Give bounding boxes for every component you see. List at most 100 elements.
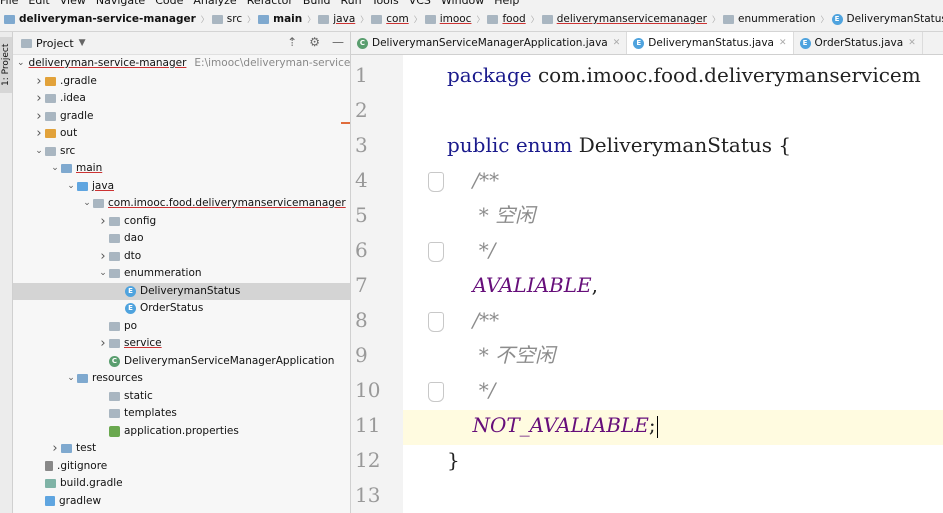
close-icon[interactable]: ✕ <box>908 38 916 48</box>
tree-item[interactable]: templates <box>13 405 350 423</box>
code-token: * 不空闲 <box>478 343 556 367</box>
enum-icon: E <box>125 303 136 315</box>
code-editor[interactable]: package com.imooc.food.deliverymanservic… <box>443 55 943 513</box>
chevron-right-icon[interactable]: › <box>33 108 45 126</box>
project-tool-tab[interactable]: 1: Project <box>0 37 12 93</box>
line-number: 10 <box>355 378 381 402</box>
breadcrumb-item[interactable]: src <box>211 13 242 25</box>
tree-item[interactable]: › gradle <box>13 108 350 126</box>
breadcrumb-item[interactable]: main <box>258 13 302 25</box>
tree-item[interactable]: › dto <box>13 248 350 266</box>
editor-tab-label: DeliverymanServiceManagerApplication.jav… <box>372 37 608 49</box>
editor-tab[interactable]: E DeliverymanStatus.java ✕ <box>627 32 794 54</box>
tree-item[interactable]: ⌄ deliveryman-service-manager E:\imooc\del… <box>13 55 350 73</box>
text-caret <box>656 415 658 438</box>
tree-item[interactable]: › .gradle <box>13 73 350 91</box>
chevron-down-icon[interactable]: ▼ <box>79 38 86 48</box>
tree-item[interactable]: › config <box>13 213 350 231</box>
chevron-down-icon[interactable]: ⌄ <box>33 143 45 161</box>
breadcrumb-item[interactable]: deliveryman-service-manager <box>4 13 196 25</box>
tree-item[interactable]: ⌄ resources <box>13 370 350 388</box>
tree-item[interactable]: dao <box>13 230 350 248</box>
close-icon[interactable]: ✕ <box>613 38 621 48</box>
menu-item-window[interactable]: Window <box>441 0 484 7</box>
collapse-all-icon[interactable]: ⇡ <box>287 35 297 49</box>
menu-item-run[interactable]: Run <box>341 0 362 7</box>
tree-item[interactable]: build.gradle <box>13 475 350 493</box>
tree-item[interactable]: C DeliverymanServiceManagerApplication <box>13 353 350 371</box>
menu-item-navigate[interactable]: Navigate <box>96 0 145 7</box>
project-view-selector[interactable]: Project <box>36 37 74 50</box>
chevron-right-icon[interactable]: › <box>33 73 45 91</box>
tree-item-label: enummeration <box>124 267 202 279</box>
menu-item-vcs[interactable]: VCS <box>409 0 431 7</box>
breadcrumb-item[interactable]: imooc <box>424 13 472 25</box>
editor-tab[interactable]: C DeliverymanServiceManagerApplication.ja… <box>351 32 628 54</box>
tree-item[interactable]: E DeliverymanStatus <box>13 282 350 300</box>
menu-item-edit[interactable]: Edit <box>28 0 49 7</box>
breadcrumb-item[interactable]: enummeration <box>722 13 816 25</box>
excluded-folder-icon <box>45 129 56 139</box>
tree-item[interactable]: › out <box>13 125 350 143</box>
menu-item-code[interactable]: Code <box>155 0 183 7</box>
chevron-down-icon[interactable]: ⌄ <box>65 178 77 196</box>
chevron-down-icon[interactable]: ⌄ <box>65 370 77 388</box>
hide-panel-icon[interactable]: — <box>332 35 344 49</box>
menu-item-view[interactable]: View <box>60 0 86 7</box>
breadcrumb: deliveryman-service-manager 〉 src 〉 main 〉 jav… <box>0 7 943 32</box>
chevron-right-icon[interactable]: › <box>97 335 109 353</box>
editor-tab-label: DeliverymanStatus.java <box>648 37 774 49</box>
tree-item[interactable]: application.properties <box>13 423 350 441</box>
chevron-right-icon[interactable]: › <box>49 440 61 458</box>
breadcrumb-item[interactable]: E DeliverymanStatus <box>831 13 943 25</box>
line-number: 7 <box>355 273 368 297</box>
folder-icon <box>109 269 120 279</box>
tree-item[interactable]: E OrderStatus <box>13 300 350 318</box>
tree-item[interactable]: po <box>13 318 350 336</box>
gear-icon[interactable]: ⚙ <box>309 35 320 49</box>
code-token: public enum <box>447 133 579 157</box>
tree-item-path: E:\imooc\deliveryman-service-r <box>194 57 351 69</box>
chevron-down-icon[interactable]: ⌄ <box>49 160 61 178</box>
breadcrumb-separator-icon: 〉 <box>360 14 369 24</box>
chevron-right-icon[interactable]: › <box>33 125 45 143</box>
tree-item[interactable]: ⌄ com.imooc.food.deliverymanservicemanage… <box>13 195 350 213</box>
chevron-down-icon[interactable]: ⌄ <box>97 265 109 283</box>
editor-tab[interactable]: E OrderStatus.java ✕ <box>794 32 923 54</box>
breadcrumb-item[interactable]: deliverymanservicemanager <box>541 13 707 25</box>
tree-item[interactable]: › .idea <box>13 90 350 108</box>
tree-item[interactable]: .gitignore <box>13 458 350 476</box>
code-line: AVALIABLE, <box>447 268 598 303</box>
menu-item-refactor[interactable]: Refactor <box>247 0 293 7</box>
tree-item[interactable]: ⌄ src <box>13 143 350 161</box>
breadcrumb-item[interactable]: food <box>487 13 526 25</box>
code-line: package com.imooc.food.deliverymanservic… <box>447 58 921 93</box>
menu-item-build[interactable]: Build <box>303 0 331 7</box>
close-icon[interactable]: ✕ <box>779 38 787 48</box>
fold-marker-icon[interactable] <box>428 172 444 192</box>
fold-marker-icon[interactable] <box>428 382 444 402</box>
chevron-right-icon[interactable]: › <box>97 213 109 231</box>
menu-item-tools[interactable]: Tools <box>372 0 399 7</box>
chevron-down-icon[interactable]: ⌄ <box>17 55 25 73</box>
chevron-right-icon[interactable]: › <box>33 90 45 108</box>
tree-item[interactable]: static <box>13 388 350 406</box>
menu-item-analyze[interactable]: Analyze <box>193 0 236 7</box>
tree-item[interactable]: gradlew <box>13 493 350 511</box>
breadcrumb-label: imooc <box>439 13 472 25</box>
tree-item[interactable]: › service <box>13 335 350 353</box>
breadcrumb-item[interactable]: com <box>371 13 409 25</box>
fold-marker-icon[interactable] <box>428 242 444 262</box>
breadcrumb-item[interactable]: java <box>318 13 355 25</box>
menu-item-help[interactable]: Help <box>494 0 519 7</box>
chevron-down-icon[interactable]: ⌄ <box>81 195 93 213</box>
chevron-right-icon[interactable]: › <box>97 248 109 266</box>
menu-item-file[interactable]: File <box>0 0 18 7</box>
tree-item[interactable]: ⌄ java <box>13 178 350 196</box>
tree-item[interactable]: › test <box>13 440 350 458</box>
tree-item[interactable]: ⌄ enummeration <box>13 265 350 283</box>
fold-marker-icon[interactable] <box>428 312 444 332</box>
tree-item[interactable]: ⌄ main <box>13 160 350 178</box>
